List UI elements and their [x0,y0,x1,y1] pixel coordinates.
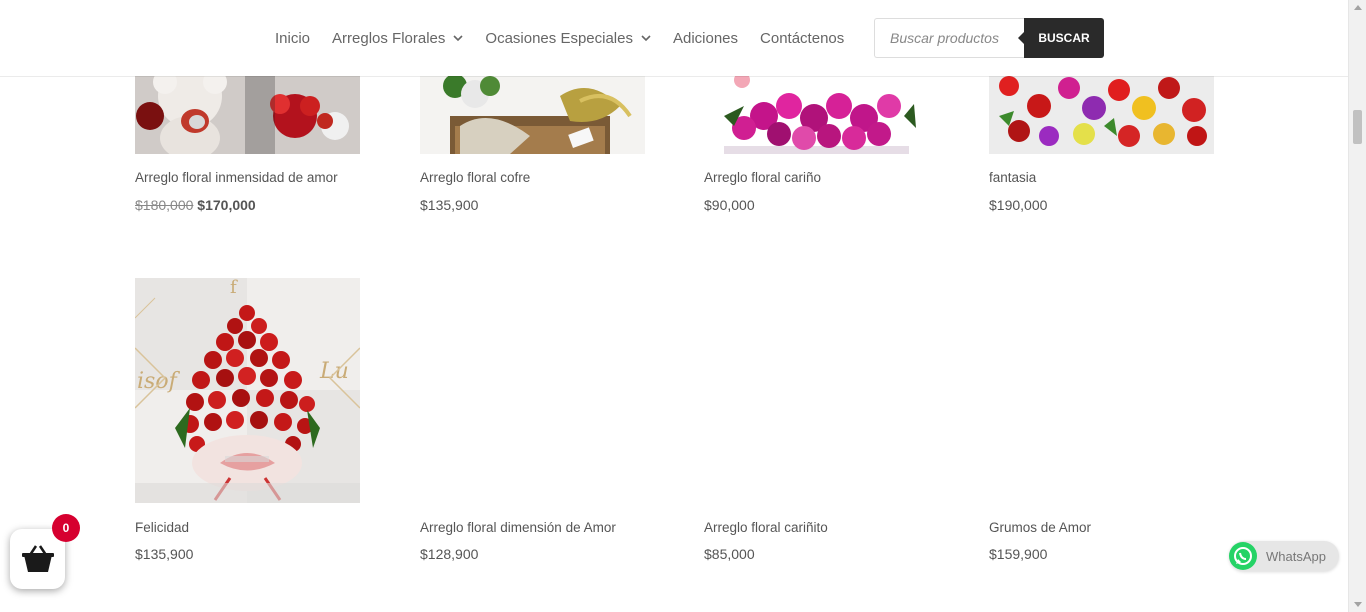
scroll-up-arrow-icon[interactable] [1354,5,1362,10]
product-title[interactable]: Grumos de Amor [989,520,1091,535]
product-price: $128,900 [420,546,479,562]
search-button[interactable]: BUSCAR [1018,18,1104,58]
product-title[interactable]: Arreglo floral cariño [704,170,821,185]
product-price: $190,000 [989,197,1048,213]
product-price: $90,000 [704,197,755,213]
product-price: $85,000 [704,546,755,562]
product-title[interactable]: Arreglo floral cofre [420,170,530,185]
nav-item-inicio[interactable]: Inicio [275,30,310,47]
scroll-thumb[interactable] [1353,110,1362,144]
product-image-cofre[interactable] [420,76,645,154]
nav-item-arreglos-florales[interactable]: Arreglos Florales [332,30,463,47]
nav-item-contactenos[interactable]: Contáctenos [760,30,844,47]
whatsapp-icon [1229,542,1257,570]
product-image-felicidad[interactable]: isof Lu f [135,278,360,503]
product-search: BUSCAR [874,18,1104,58]
product-image-inmensidad[interactable] [135,76,360,154]
nav-item-ocasiones-especiales[interactable]: Ocasiones Especiales [485,30,651,47]
nav-label: Arreglos Florales [332,29,446,47]
whatsapp-label: WhatsApp [1266,548,1326,564]
product-image-fantasia[interactable] [989,76,1214,154]
product-price: $135,900 [135,546,194,562]
old-price: $180,000 [135,197,194,213]
cart-count-badge: 0 [52,514,80,542]
product-title[interactable]: Arreglo floral dimensión de Amor [420,520,616,535]
whatsapp-button[interactable]: WhatsApp [1229,541,1339,571]
product-title[interactable]: fantasia [989,170,1036,185]
basket-icon [21,545,54,572]
scroll-down-arrow-icon[interactable] [1354,602,1362,607]
main-nav: Inicio Arreglos Florales Ocasiones Espec… [275,0,866,76]
chevron-down-icon [453,35,463,42]
product-price: $135,900 [420,197,479,213]
product-price: $159,900 [989,546,1048,562]
chevron-down-icon [641,35,651,42]
search-input[interactable] [874,18,1024,58]
nav-label: Adiciones [672,29,739,47]
product-title[interactable]: Arreglo floral inmensidad de amor [135,170,338,185]
product-image-carino[interactable] [704,76,929,154]
product-title[interactable]: Felicidad [135,520,189,535]
nav-label: Ocasiones Especiales [485,29,633,47]
nav-label: Contáctenos [760,29,845,47]
sale-price: $170,000 [197,197,256,213]
nav-item-adiciones[interactable]: Adiciones [673,30,738,47]
product-price: $180,000 $170,000 [135,197,256,213]
nav-label: Inicio [275,29,311,47]
page-scrollbar[interactable] [1348,0,1366,612]
product-title[interactable]: Arreglo floral cariñito [704,520,828,535]
site-header: Inicio Arreglos Florales Ocasiones Espec… [0,0,1349,76]
